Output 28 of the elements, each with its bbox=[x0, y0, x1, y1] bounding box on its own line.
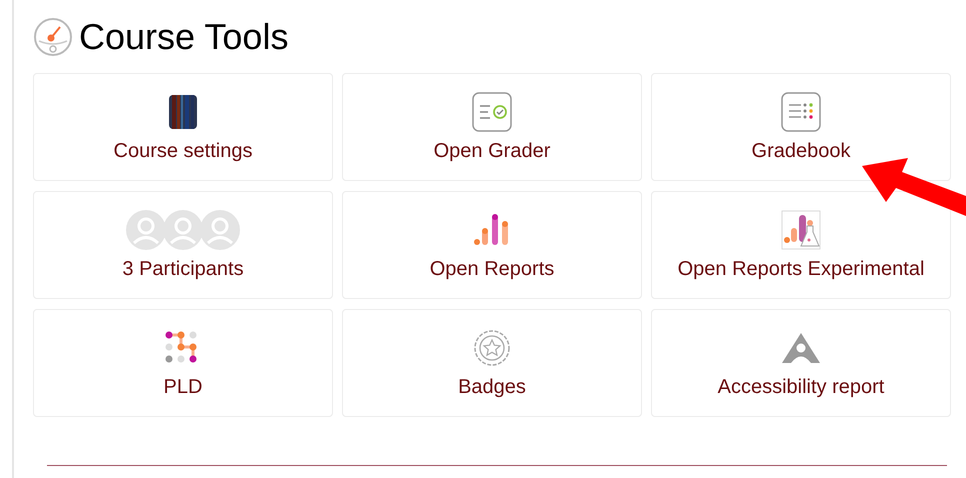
avatar-icon bbox=[163, 210, 203, 250]
tool-label: Open Reports Experimental bbox=[678, 256, 924, 282]
tool-label: Course settings bbox=[114, 138, 252, 164]
tool-card[interactable]: 3 Participants bbox=[33, 191, 333, 299]
tool-label: PLD bbox=[164, 374, 202, 400]
tool-label: 3 Participants bbox=[122, 256, 244, 282]
gauge-icon bbox=[33, 17, 73, 57]
page-title: Course Tools bbox=[79, 19, 288, 55]
avatar-icon bbox=[200, 210, 240, 250]
tool-card[interactable]: Open Grader bbox=[342, 73, 642, 181]
tool-card[interactable]: PLD bbox=[33, 309, 333, 417]
avatar-icon bbox=[126, 210, 166, 250]
tool-label: Gradebook bbox=[752, 138, 850, 164]
checklist-icon bbox=[472, 92, 512, 132]
tool-card[interactable]: Badges bbox=[342, 309, 642, 417]
tool-label: Badges bbox=[458, 374, 526, 400]
book-icon bbox=[168, 94, 198, 130]
tool-label: Open Grader bbox=[434, 138, 550, 164]
accessibility-icon bbox=[781, 332, 821, 364]
tool-card[interactable]: Gradebook bbox=[651, 73, 951, 181]
chart-flask-icon bbox=[781, 210, 821, 250]
tool-card[interactable]: Course settings bbox=[33, 73, 333, 181]
tool-card[interactable]: Open Reports Experimental bbox=[651, 191, 951, 299]
tool-card[interactable]: Accessibility report bbox=[651, 309, 951, 417]
list-icon bbox=[781, 92, 821, 132]
tool-label: Open Reports bbox=[430, 256, 554, 282]
tool-card[interactable]: Open Reports bbox=[342, 191, 642, 299]
tool-label: Accessibility report bbox=[718, 374, 884, 400]
